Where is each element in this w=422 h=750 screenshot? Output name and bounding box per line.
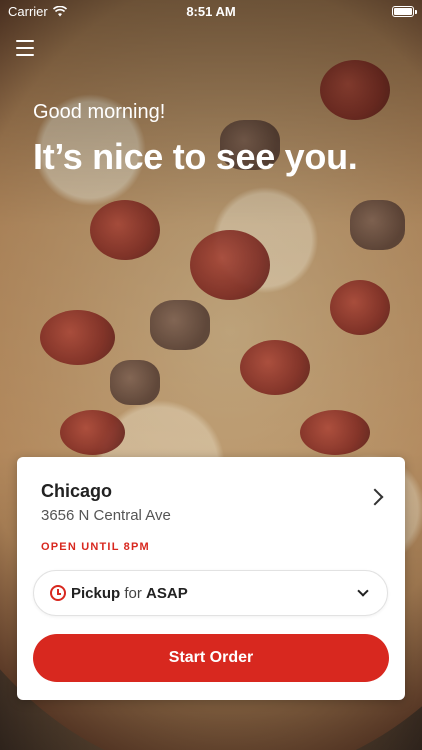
status-left: Carrier: [8, 4, 67, 19]
carrier-label: Carrier: [8, 3, 48, 19]
menu-line: [16, 54, 34, 56]
greeting-text: Good morning!: [33, 101, 166, 123]
clock-icon: [50, 585, 66, 601]
location-card: Chicago 3656 N Central Ave OPEN UNTIL 8P…: [17, 457, 405, 700]
wifi-icon: [52, 5, 67, 16]
location-city: Chicago: [41, 481, 113, 501]
open-status-badge: OPEN UNTIL 8PM: [41, 541, 150, 553]
pickup-text: Pickup for ASAP: [71, 585, 188, 602]
status-bar: Carrier 8:51 AM: [0, 0, 422, 22]
pickup-time: ASAP: [146, 584, 188, 602]
pickup-mode: Pickup: [71, 584, 121, 602]
battery-icon: [392, 5, 417, 17]
hamburger-menu-icon[interactable]: [16, 40, 34, 56]
location-selector[interactable]: Chicago 3656 N Central Ave: [41, 481, 384, 525]
pickup-time-selector[interactable]: Pickup for ASAP: [33, 570, 388, 616]
start-order-button[interactable]: Start Order: [33, 634, 389, 682]
headline-text: It’s nice to see you.: [33, 136, 358, 177]
pickup-connector: for: [124, 584, 142, 602]
menu-line: [16, 40, 34, 42]
location-address: 3656 N Central Ave: [41, 507, 171, 524]
chevron-down-icon: [357, 585, 369, 597]
menu-line: [16, 47, 34, 49]
